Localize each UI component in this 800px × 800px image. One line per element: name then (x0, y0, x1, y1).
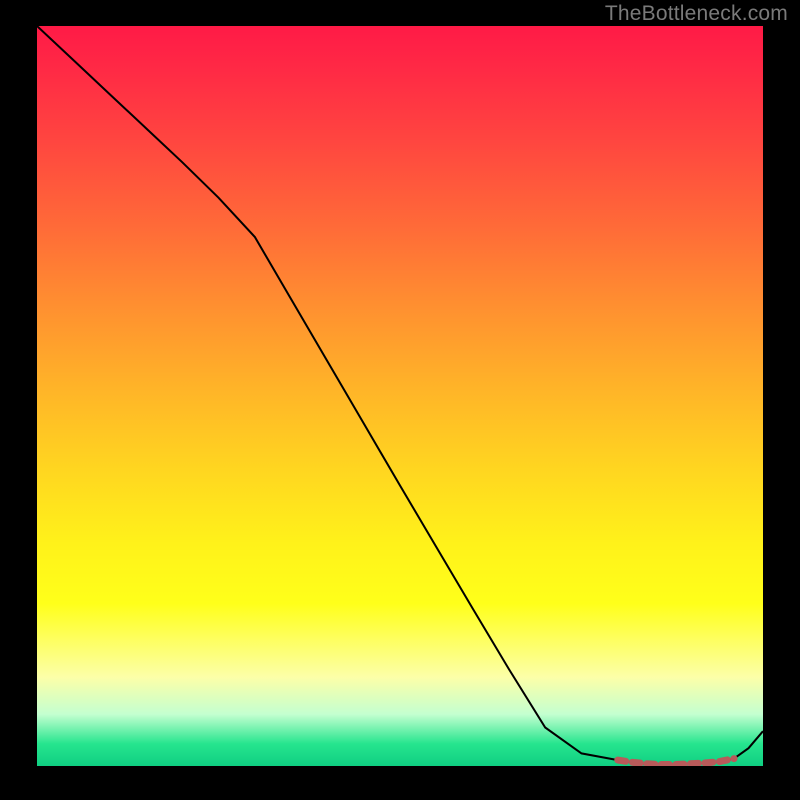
dotted-dash (632, 762, 640, 763)
dotted-trough (618, 755, 738, 764)
curve-overlay (37, 26, 763, 766)
curve-line (37, 26, 763, 765)
dotted-dash (719, 760, 727, 762)
chart-stage: TheBottleneck.com (0, 0, 800, 800)
watermark-text: TheBottleneck.com (605, 2, 788, 26)
plot-area (37, 26, 763, 766)
dotted-dash (705, 762, 713, 763)
dotted-end-point (731, 755, 738, 762)
dotted-dash (618, 760, 626, 761)
